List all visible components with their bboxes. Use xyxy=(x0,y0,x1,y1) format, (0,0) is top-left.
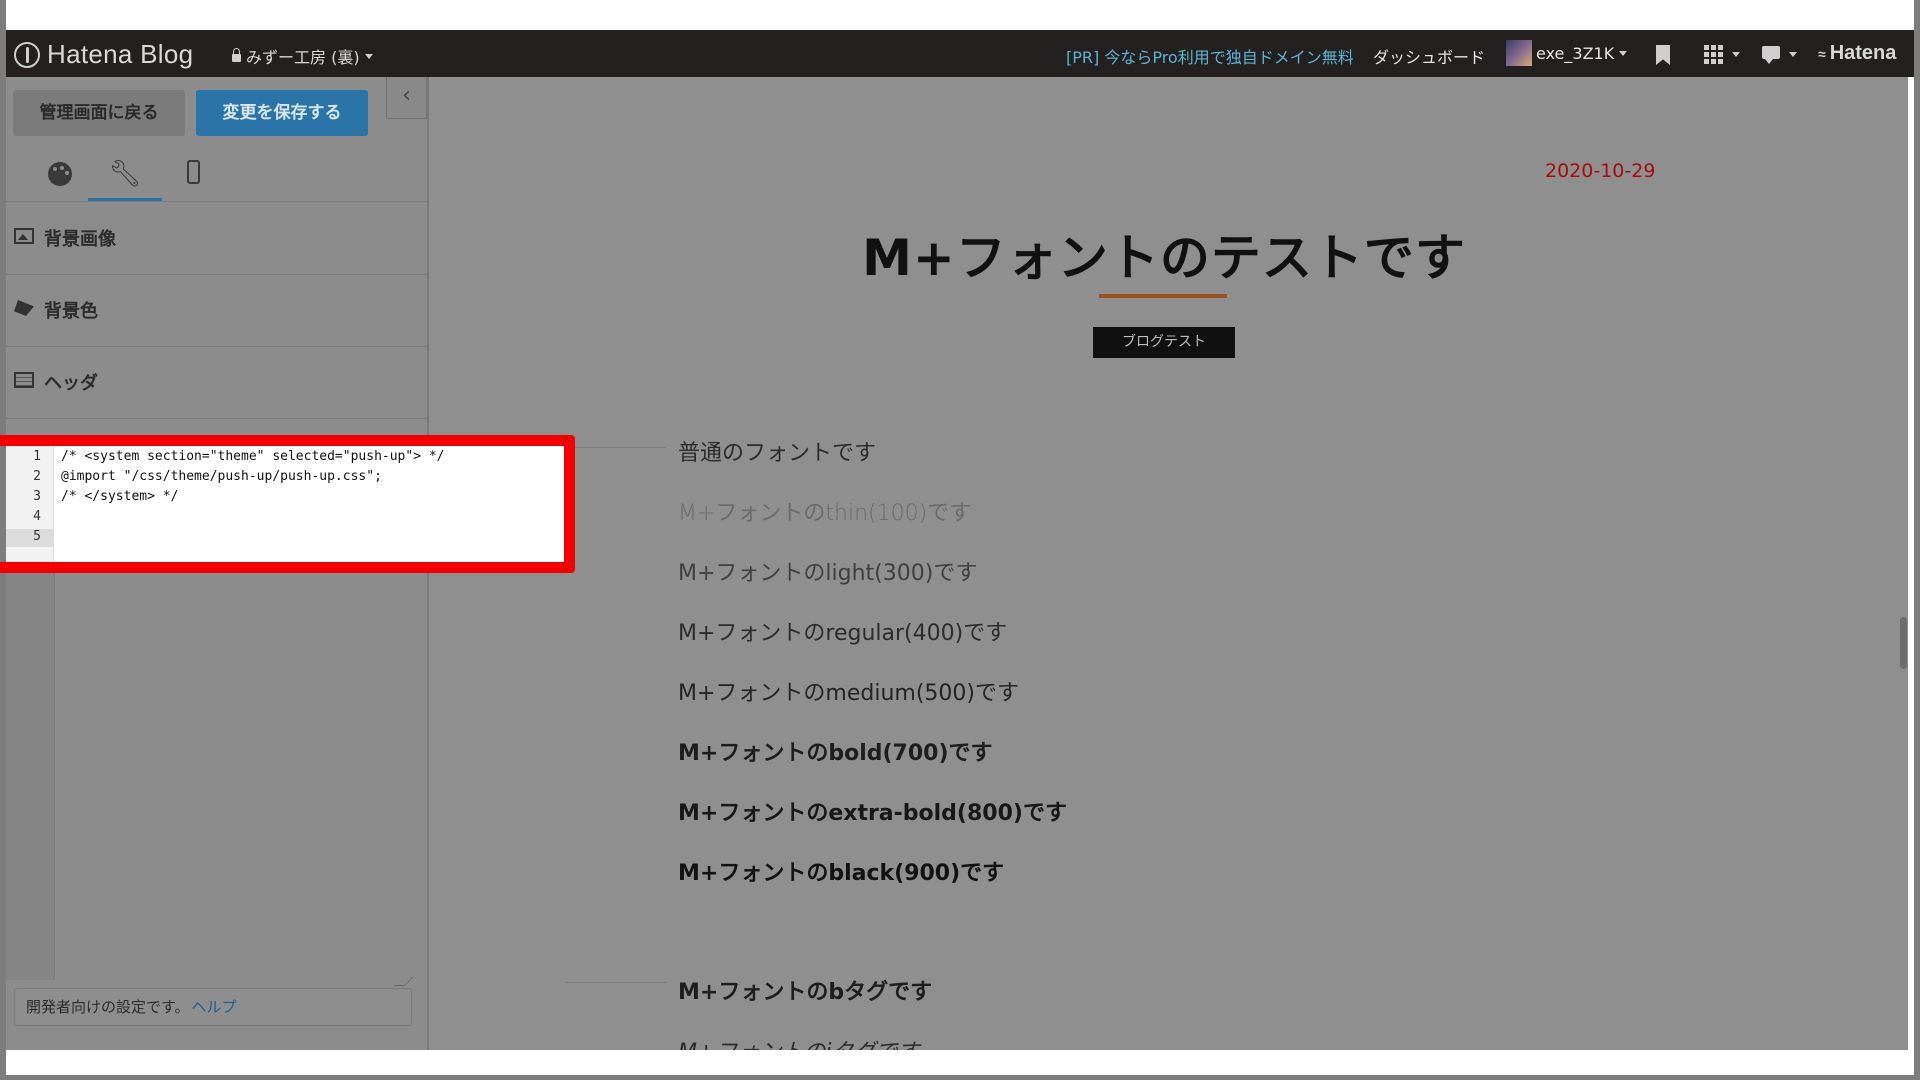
collapse-sidebar-button[interactable]: ‹ xyxy=(386,77,427,119)
palette-icon xyxy=(48,162,72,186)
chevron-left-icon: ‹ xyxy=(402,83,411,108)
sidebar-tabs: 🔧︎ xyxy=(6,147,427,202)
dashboard-link[interactable]: ダッシュボード xyxy=(1373,44,1485,68)
image-icon xyxy=(14,228,34,244)
chevron-down-icon xyxy=(1619,50,1628,56)
editor-gutter-rest xyxy=(6,566,55,980)
save-changes-button[interactable]: 変更を保存する xyxy=(196,90,368,136)
editor-body xyxy=(6,566,427,980)
section-label: ヘッダ xyxy=(44,373,98,394)
hatena-blog-logo[interactable]: Hatena Blog xyxy=(14,39,193,70)
entry-title[interactable]: M+フォントのテストです xyxy=(429,218,1899,290)
section-label: 背景画像 xyxy=(44,229,116,250)
divider xyxy=(566,447,666,448)
frame-bottom xyxy=(0,1075,1920,1080)
entry-line: M+フォントのlight(300)です xyxy=(678,561,978,586)
hatena-icon: ≈ xyxy=(1818,45,1826,62)
hatena-link[interactable]: ≈ Hatena xyxy=(1818,42,1896,65)
frame-right xyxy=(1914,0,1920,1080)
divider xyxy=(566,982,666,983)
pr-link[interactable]: [PR] 今ならPro利用で独自ドメイン無料 xyxy=(1066,44,1354,68)
help-link[interactable]: ヘルプ xyxy=(192,998,237,1016)
username: exe_3Z1K xyxy=(1536,43,1615,63)
comment-icon[interactable] xyxy=(1762,46,1780,64)
user-menu[interactable]: exe_3Z1K xyxy=(1506,40,1628,66)
hatena-logo-icon xyxy=(14,41,40,68)
wrench-icon: 🔧︎ xyxy=(108,159,142,189)
entry-line: M+フォントのregular(400)です xyxy=(678,621,1008,646)
blog-selector[interactable]: みずー工房 (裏) xyxy=(232,44,373,68)
lock-icon xyxy=(232,48,241,62)
tab-smartphone[interactable] xyxy=(156,147,230,201)
chevron-down-icon xyxy=(364,53,373,59)
title-underline xyxy=(1099,294,1227,298)
entry-date[interactable]: 2020-10-29 xyxy=(1545,160,1655,182)
chevron-down-icon xyxy=(1732,52,1740,57)
avatar xyxy=(1506,40,1532,66)
entry-line: M+フォントのextra-bold(800)です xyxy=(678,801,1067,826)
section-background-color[interactable]: 背景色 xyxy=(6,274,427,347)
entry-line: M+フォントのblack(900)です xyxy=(678,861,1005,886)
header-icon xyxy=(14,372,34,388)
logo-text: Hatena Blog xyxy=(47,39,194,69)
red-highlight-box xyxy=(0,435,575,573)
entry-line: M+フォントのmedium(500)です xyxy=(678,681,1019,706)
blog-name: みずー工房 (裏) xyxy=(246,48,360,67)
chevron-down-icon xyxy=(1789,52,1797,57)
entry-line: M+フォントのbold(700)です xyxy=(678,741,993,766)
smartphone-icon xyxy=(186,160,200,184)
section-background-image[interactable]: 背景画像 xyxy=(6,202,427,275)
tab-customize[interactable]: 🔧︎ xyxy=(88,147,162,201)
entry-line: M+フォントのthin(100)です xyxy=(678,501,972,526)
developer-note-text: 開発者向けの設定です。 xyxy=(26,998,190,1016)
entry-line: 普通のフォントです xyxy=(678,441,877,466)
section-label: 背景色 xyxy=(44,301,98,322)
hatena-label: Hatena xyxy=(1829,42,1897,64)
section-header[interactable]: ヘッダ xyxy=(6,346,427,419)
preview-scrollbar[interactable] xyxy=(1900,617,1907,669)
top-navbar: Hatena Blog みずー工房 (裏) [PR] 今ならPro利用で独自ドメ… xyxy=(6,30,1914,77)
paint-bucket-icon xyxy=(14,300,34,316)
back-to-admin-button[interactable]: 管理画面に戻る xyxy=(13,90,185,136)
category-badge[interactable]: ブログテスト xyxy=(1093,327,1235,358)
entry-line: M+フォントのiタグです xyxy=(678,1034,920,1050)
bookmark-icon[interactable] xyxy=(1656,45,1670,65)
entry-line: M+フォントのbタグです xyxy=(678,980,933,1005)
blog-preview: 2020-10-29 M+フォントのテストです ブログテスト 普通のフォントです… xyxy=(429,77,1908,1050)
apps-grid-icon[interactable] xyxy=(1704,45,1723,64)
tab-design[interactable] xyxy=(23,147,97,201)
developer-note: 開発者向けの設定です。 ヘルプ xyxy=(14,988,412,1026)
